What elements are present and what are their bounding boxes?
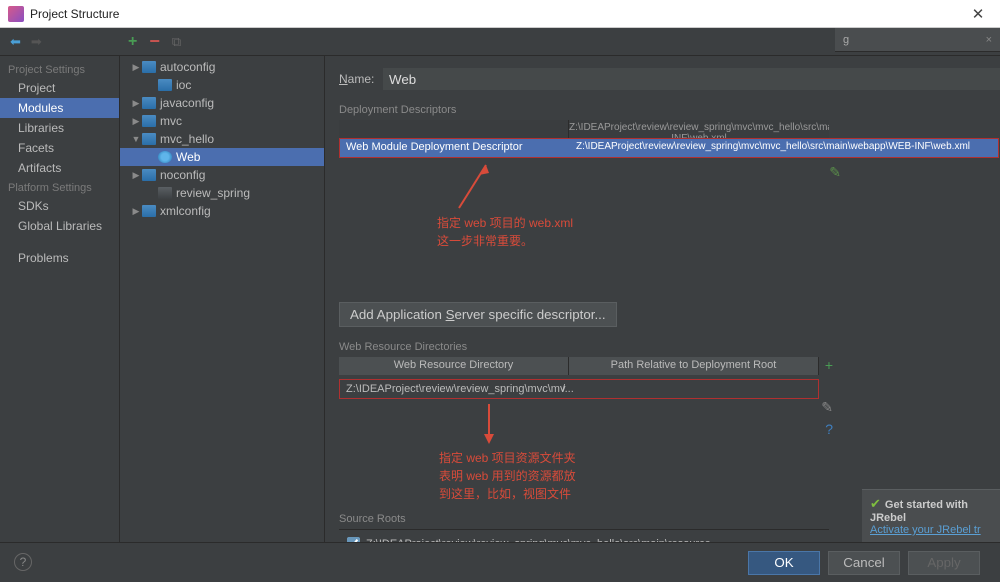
tree-node-autoconfig[interactable]: ▶ autoconfig — [120, 58, 324, 76]
jrebel-activate-link[interactable]: Activate your JRebel tr — [870, 524, 992, 536]
ok-button[interactable]: OK — [748, 551, 820, 575]
annotation-text: 指定 web 项目的 web.xml 这一步非常重要。 — [437, 214, 573, 250]
facet-editor: Name: Deployment Descriptors Z:\IDEAProj… — [325, 56, 1000, 556]
caret-icon[interactable]: ▶ — [130, 206, 142, 217]
tree-node-ioc[interactable]: ioc — [120, 76, 324, 94]
jrebel-icon: ✔ — [870, 496, 881, 511]
folder-icon — [142, 115, 156, 127]
copy-icon[interactable]: ⧉ — [172, 34, 181, 50]
add-descriptor-button[interactable]: Add Application Server specific descript… — [339, 302, 617, 327]
folder-icon — [142, 133, 156, 145]
sidebar-item-project[interactable]: Project — [0, 78, 119, 98]
back-icon[interactable]: ⬅ — [10, 34, 21, 50]
folder-icon — [158, 79, 172, 91]
edit-icon[interactable]: ✎ — [829, 164, 841, 181]
caret-icon[interactable]: ▶ — [130, 170, 142, 181]
tab-close-icon: × — [986, 34, 992, 46]
apply-button[interactable]: Apply — [908, 551, 980, 575]
tree-node-mvc[interactable]: ▶ mvc — [120, 112, 324, 130]
tree-node-label: ioc — [176, 78, 191, 92]
name-label: Name: — [339, 72, 383, 86]
caret-icon[interactable]: ▶ — [130, 98, 142, 109]
tree-node-javaconfig[interactable]: ▶ javaconfig — [120, 94, 324, 112]
tree-node-label: review_spring — [176, 186, 250, 200]
settings-sidebar: Project Settings Project Modules Librari… — [0, 56, 120, 556]
module-tree: ▶ autoconfig ioc ▶ javaconfig ▶ mvc ▼ mvc_hello W… — [120, 56, 325, 556]
tree-node-label: Web — [176, 150, 200, 164]
folder-icon — [142, 169, 156, 181]
tree-node-web[interactable]: Web — [120, 148, 324, 166]
folder-icon — [142, 97, 156, 109]
sidebar-item-modules[interactable]: Modules — [0, 98, 119, 118]
sidebar-heading: Platform Settings — [0, 178, 119, 196]
remove-icon[interactable]: − — [149, 31, 160, 52]
dialog-footer: ? OK Cancel Apply — [0, 542, 1000, 582]
name-input[interactable] — [383, 68, 1000, 90]
sidebar-item-problems[interactable]: Problems — [0, 248, 119, 268]
annotation-text: 指定 web 项目资源文件夹 表明 web 用到的资源都放 到这里，比如，视图文… — [439, 449, 576, 503]
tree-node-label: javaconfig — [160, 96, 214, 110]
sidebar-item-artifacts[interactable]: Artifacts — [0, 158, 119, 178]
add-icon[interactable]: + — [825, 357, 833, 373]
cancel-button[interactable]: Cancel — [828, 551, 900, 575]
dd-type-cell: Web Module Deployment Descriptor — [340, 139, 570, 157]
close-icon[interactable]: ✕ — [964, 5, 992, 23]
web-resource-dirs-label: Web Resource Directories — [339, 341, 1000, 353]
tree-node-label: noconfig — [160, 168, 205, 182]
editor-tab-remnant: g × — [835, 28, 1000, 52]
caret-icon[interactable]: ▶ — [130, 116, 142, 127]
sidebar-item-global-libraries[interactable]: Global Libraries — [0, 216, 119, 236]
sidebar-item-libraries[interactable]: Libraries — [0, 118, 119, 138]
folder-icon — [158, 187, 172, 199]
deployment-descriptors-table[interactable]: Web Module Deployment Descriptor Z:\IDEA… — [339, 138, 999, 158]
edit-icon[interactable]: ✎ — [821, 399, 833, 416]
wrd-row[interactable]: Z:\IDEAProject\review\review_spring\mvc\… — [340, 380, 818, 398]
annotation-arrow — [474, 399, 504, 449]
web-resource-table[interactable]: Z:\IDEAProject\review\review_spring\mvc\… — [339, 379, 819, 399]
tree-node-xmlconfig[interactable]: ▶ xmlconfig — [120, 202, 324, 220]
folder-icon — [142, 61, 156, 73]
tree-node-label: xmlconfig — [160, 204, 211, 218]
sidebar-item-facets[interactable]: Facets — [0, 138, 119, 158]
wrd-path-cell: / — [562, 383, 565, 395]
tree-node-mvc_hello[interactable]: ▼ mvc_hello — [120, 130, 324, 148]
web-icon — [158, 151, 172, 163]
dd-row[interactable]: Web Module Deployment Descriptor Z:\IDEA… — [340, 139, 998, 157]
app-icon — [8, 6, 24, 22]
tree-node-noconfig[interactable]: ▶ noconfig — [120, 166, 324, 184]
window-title: Project Structure — [30, 7, 964, 21]
wrd-header: Web Resource Directory Path Relative to … — [339, 357, 819, 375]
add-icon[interactable]: + — [128, 33, 137, 51]
caret-icon[interactable]: ▼ — [130, 134, 142, 144]
caret-icon[interactable]: ▶ — [130, 62, 142, 73]
tree-node-label: mvc_hello — [160, 132, 214, 146]
wrd-dir-cell: Z:\IDEAProject\review\review_spring\mvc\… — [346, 383, 562, 395]
tree-node-label: mvc — [160, 114, 182, 128]
dd-path-cell: Z:\IDEAProject\review\review_spring\mvc\… — [570, 139, 998, 157]
forward-icon[interactable]: ➡ — [31, 34, 42, 50]
sidebar-heading: Project Settings — [0, 60, 119, 78]
window-titlebar: Project Structure ✕ — [0, 0, 1000, 28]
tree-node-label: autoconfig — [160, 60, 215, 74]
annotation-arrow — [451, 160, 491, 220]
deployment-descriptors-label: Deployment Descriptors — [339, 104, 1000, 116]
jrebel-popup: ✔Get started with JRebel Activate your J… — [862, 489, 1000, 542]
dd-header-path: Z:\IDEAProject\review\review_spring\mvc\… — [569, 120, 829, 138]
sidebar-item-sdks[interactable]: SDKs — [0, 196, 119, 216]
folder-icon — [142, 205, 156, 217]
help-button[interactable]: ? — [14, 553, 32, 571]
help-icon[interactable]: ? — [825, 421, 833, 437]
tree-node-review_spring[interactable]: review_spring — [120, 184, 324, 202]
